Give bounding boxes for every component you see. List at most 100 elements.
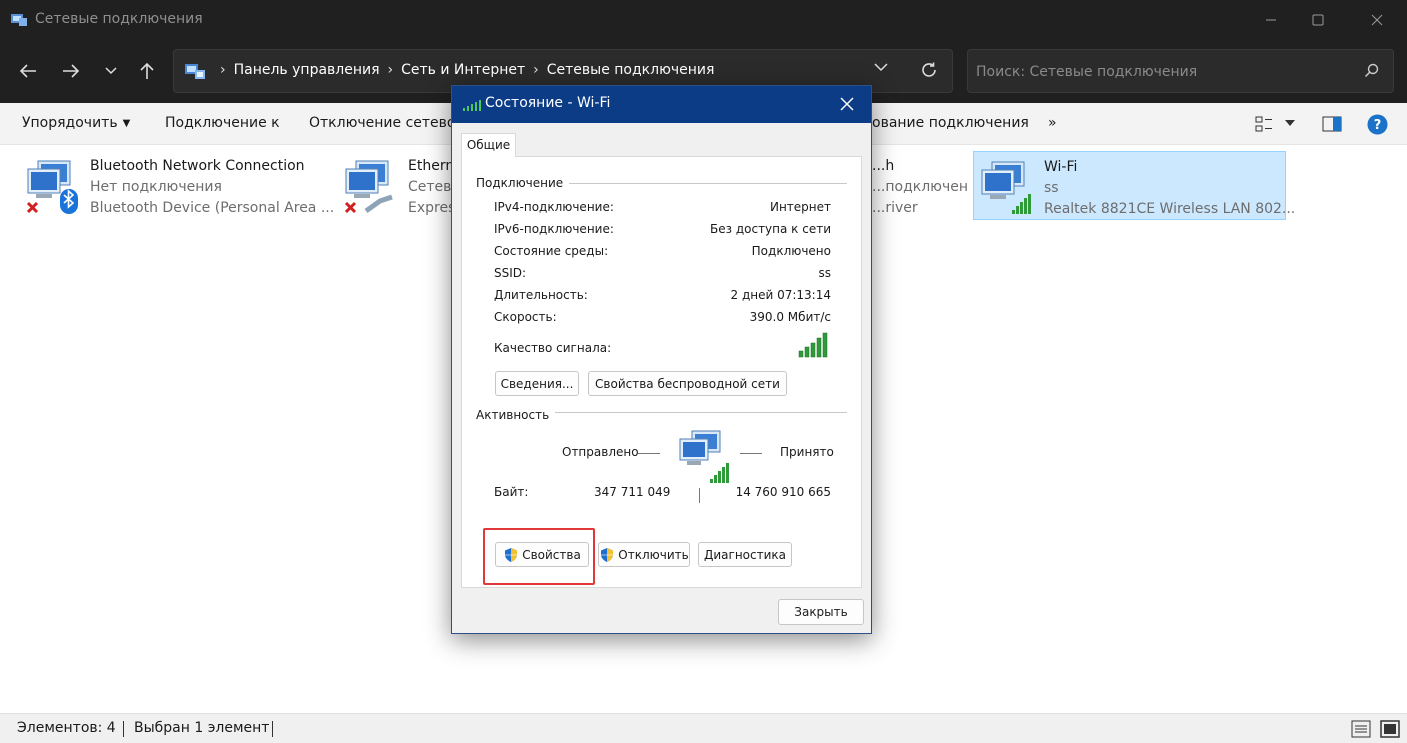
signal-quality-label: Качество сигнала:: [494, 341, 612, 355]
window-title: Сетевые подключения: [35, 11, 203, 27]
wifi-signal-icon: [463, 100, 481, 111]
view-dropdown-icon[interactable]: [1285, 120, 1295, 126]
change-view-icon[interactable]: [1255, 115, 1273, 133]
minimize-icon: [1266, 19, 1276, 21]
speed-value: 390.0 Мбит/с: [749, 310, 831, 324]
network-computer-icon: [981, 161, 1031, 214]
bytes-sent-value: 347 711 049: [594, 485, 671, 499]
breadcrumb-control-panel[interactable]: Панель управления: [234, 62, 380, 78]
close-window-button[interactable]: [1354, 0, 1400, 40]
highlight-frame: [483, 528, 595, 585]
item-count: Элементов: 4: [17, 720, 116, 736]
network-computer-icon: [26, 160, 78, 214]
forward-arrow-icon: [63, 64, 80, 78]
disable-button[interactable]: Отключить: [598, 542, 690, 567]
received-label: Принято: [780, 445, 834, 459]
bytes-received-value: 14 760 910 665: [735, 485, 831, 499]
large-icons-view-icon[interactable]: [1380, 719, 1400, 739]
activity-group-title: Активность: [476, 408, 556, 422]
wifi-signal-icon: [1012, 194, 1031, 214]
status-bar: Элементов: 4 Выбран 1 элемент: [0, 713, 1407, 743]
maximize-button[interactable]: [1295, 0, 1341, 40]
speed-label: Скорость:: [494, 310, 557, 324]
diagnose-button[interactable]: Диагностика: [698, 542, 792, 567]
ssid-value: ss: [818, 266, 831, 280]
up-arrow-icon: [140, 62, 154, 79]
refresh-icon[interactable]: [919, 60, 939, 80]
signal-quality-icon: [798, 332, 828, 358]
ipv4-label: IPv4-подключение:: [494, 200, 614, 214]
ipv6-label: IPv6-подключение:: [494, 222, 614, 236]
connection-device: Express: [408, 200, 452, 216]
details-view-icon[interactable]: [1351, 719, 1371, 739]
ipv4-value: Интернет: [769, 200, 831, 214]
minimize-button[interactable]: [1248, 0, 1294, 40]
connection-status: Сетевой кабель не подключен: [408, 179, 452, 195]
ipv6-value: Без доступа к сети: [710, 222, 831, 236]
recent-locations-button[interactable]: [96, 57, 126, 85]
connection-status: ...подключен: [872, 179, 968, 195]
breadcrumb-network-connections[interactable]: Сетевые подключения: [547, 62, 715, 78]
media-state-value: Подключено: [751, 244, 831, 258]
breadcrumb-network-internet[interactable]: Сеть и Интернет: [401, 62, 525, 78]
forward-button[interactable]: [56, 57, 86, 85]
search-icon: [1364, 63, 1379, 78]
dialog-titlebar: Состояние - Wi-Fi: [452, 86, 871, 123]
connection-ethernet[interactable]: Ethernet Сетевой кабель не подключен Exp…: [338, 151, 452, 220]
control-panel-icon: [185, 64, 205, 79]
preview-pane-icon[interactable]: [1322, 116, 1342, 132]
rename-connection-button[interactable]: ование подключения: [872, 115, 1029, 131]
more-commands-button[interactable]: »: [1048, 115, 1057, 131]
network-folder-icon: [11, 14, 27, 26]
disconnected-x-icon: [344, 201, 357, 214]
close-dialog-button[interactable]: Закрыть: [778, 599, 864, 625]
connection-status: ss: [1044, 180, 1059, 196]
help-icon[interactable]: ?: [1367, 114, 1388, 135]
connection-wifi[interactable]: Wi-Fi ss Realtek 8821CE Wireless LAN 802…: [973, 151, 1295, 220]
caret-down-icon: ▼: [122, 118, 131, 129]
search-box[interactable]: [967, 49, 1394, 93]
connection-status: Нет подключения: [90, 179, 222, 195]
connection-device: ...river: [872, 200, 918, 216]
duration-value: 2 дней 07:13:14: [730, 288, 831, 302]
dialog-title: Состояние - Wi-Fi: [485, 95, 611, 111]
maximize-icon: [1312, 14, 1324, 26]
tab-general[interactable]: Общие: [461, 133, 516, 157]
connection-name: Ethernet: [408, 158, 452, 174]
back-button[interactable]: [13, 57, 43, 85]
window-titlebar: Сетевые подключения: [0, 0, 1407, 40]
connection-bluetooth[interactable]: Bluetooth Network Connection Нет подключ…: [20, 151, 334, 220]
svg-text:?: ?: [1374, 118, 1382, 133]
connect-to-button[interactable]: Подключение к: [165, 115, 280, 131]
ssid-label: SSID:: [494, 266, 527, 280]
search-input[interactable]: [976, 62, 1356, 82]
details-button[interactable]: Сведения...: [495, 371, 579, 396]
disconnected-x-icon: [26, 201, 39, 214]
breadcrumb: › Панель управления › Сеть и Интернет › …: [220, 62, 715, 78]
organize-menu[interactable]: Упорядочить ▼: [22, 115, 130, 131]
shield-icon: [601, 547, 614, 562]
sent-label: Отправлено: [562, 445, 639, 459]
network-computer-icon: [344, 160, 393, 214]
close-icon[interactable]: [838, 95, 856, 113]
selection-count: Выбран 1 элемент: [134, 720, 270, 736]
general-panel: Подключение IPv4-подключение: Интернет I…: [461, 156, 862, 588]
connection-device: Realtek 8821CE Wireless LAN 802...: [1044, 201, 1296, 217]
activity-computers-icon: [679, 430, 729, 483]
media-state-label: Состояние среды:: [494, 244, 609, 258]
bytes-label: Байт:: [494, 485, 529, 499]
connection-name: ...h: [872, 158, 895, 174]
disconnect-device-button[interactable]: Отключение сетевого устройства: [309, 115, 451, 131]
back-arrow-icon: [19, 64, 36, 78]
connection-name: Wi-Fi: [1044, 159, 1078, 175]
up-button[interactable]: [132, 57, 162, 85]
wireless-properties-button[interactable]: Свойства беспроводной сети: [588, 371, 787, 396]
connection-name: Bluetooth Network Connection: [90, 158, 305, 174]
connection-device: Bluetooth Device (Personal Area ...: [90, 200, 335, 216]
address-dropdown-icon[interactable]: [874, 62, 888, 72]
connection-group-title: Подключение: [476, 176, 570, 190]
duration-label: Длительность:: [494, 288, 588, 302]
ethernet-cable-icon: [364, 194, 393, 214]
close-icon: [1371, 14, 1383, 26]
chevron-down-icon: [105, 67, 117, 75]
